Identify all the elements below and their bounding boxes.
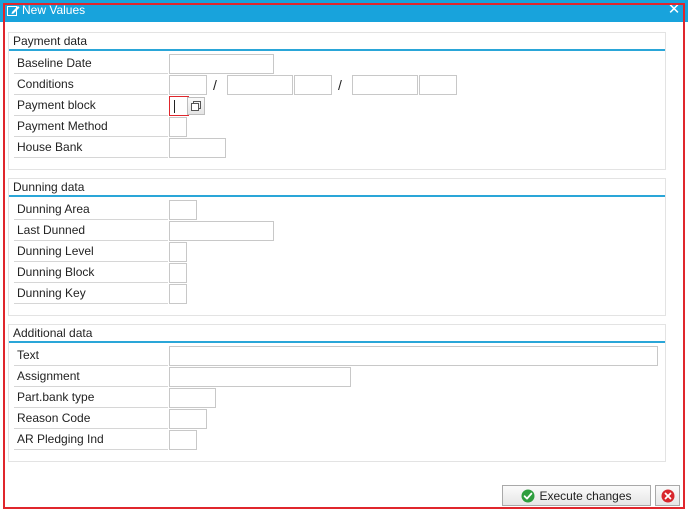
conditions-input-5[interactable]	[419, 75, 457, 95]
section-divider	[9, 341, 665, 343]
baseline-date-input[interactable]	[169, 54, 274, 74]
dunning-data-title: Dunning data	[13, 180, 85, 194]
part-bank-type-label: Part.bank type	[14, 388, 168, 408]
house-bank-label: House Bank	[14, 138, 168, 158]
value-help-button[interactable]	[187, 97, 205, 115]
cancel-icon	[661, 489, 674, 502]
dunning-block-label: Dunning Block	[14, 263, 168, 283]
dunning-data-group: Dunning data Dunning Area Last Dunned Du…	[8, 178, 666, 316]
baseline-date-label: Baseline Date	[14, 54, 168, 74]
section-divider	[9, 195, 665, 197]
conditions-input-1[interactable]	[169, 75, 207, 95]
window-title: New Values	[22, 3, 86, 17]
text-label: Text	[14, 346, 168, 366]
payment-block-label: Payment block	[14, 96, 168, 116]
text-caret	[174, 100, 175, 113]
close-icon[interactable]: ✕	[666, 1, 682, 19]
dunning-key-label: Dunning Key	[14, 284, 168, 304]
ar-pledging-ind-input[interactable]	[169, 430, 197, 450]
conditions-separator-2: /	[338, 77, 342, 93]
conditions-label: Conditions	[14, 75, 168, 95]
assignment-input[interactable]	[169, 367, 351, 387]
dunning-block-input[interactable]	[169, 263, 187, 283]
payment-data-title: Payment data	[13, 34, 88, 48]
last-dunned-label: Last Dunned	[14, 221, 168, 241]
dunning-level-input[interactable]	[169, 242, 187, 262]
conditions-input-2[interactable]	[227, 75, 293, 95]
payment-method-input[interactable]	[169, 117, 187, 137]
last-dunned-input[interactable]	[169, 221, 274, 241]
house-bank-input[interactable]	[169, 138, 226, 158]
additional-data-title: Additional data	[13, 326, 93, 340]
execute-changes-button[interactable]: Execute changes	[502, 485, 651, 506]
dunning-key-input[interactable]	[169, 284, 187, 304]
part-bank-type-input[interactable]	[169, 388, 216, 408]
ar-pledging-ind-label: AR Pledging Ind	[14, 430, 168, 450]
section-divider	[9, 49, 665, 51]
conditions-separator-1: /	[213, 77, 217, 93]
payment-data-group: Payment data Baseline Date Conditions / …	[8, 32, 666, 170]
checkmark-icon	[521, 489, 535, 502]
title-bar: New Values ✕	[0, 0, 688, 22]
payment-method-label: Payment Method	[14, 117, 168, 137]
dunning-area-input[interactable]	[169, 200, 197, 220]
reason-code-label: Reason Code	[14, 409, 168, 429]
execute-changes-label: Execute changes	[539, 488, 632, 503]
additional-data-group: Additional data Text Assignment Part.ban…	[8, 324, 666, 462]
payment-block-input[interactable]	[169, 96, 189, 116]
conditions-input-4[interactable]	[352, 75, 418, 95]
value-help-icon	[191, 101, 201, 111]
dunning-area-label: Dunning Area	[14, 200, 168, 220]
text-input[interactable]	[169, 346, 658, 366]
edit-icon	[7, 6, 20, 16]
assignment-label: Assignment	[14, 367, 168, 387]
cancel-button[interactable]	[655, 485, 680, 506]
reason-code-input[interactable]	[169, 409, 207, 429]
dunning-level-label: Dunning Level	[14, 242, 168, 262]
conditions-input-3[interactable]	[294, 75, 332, 95]
